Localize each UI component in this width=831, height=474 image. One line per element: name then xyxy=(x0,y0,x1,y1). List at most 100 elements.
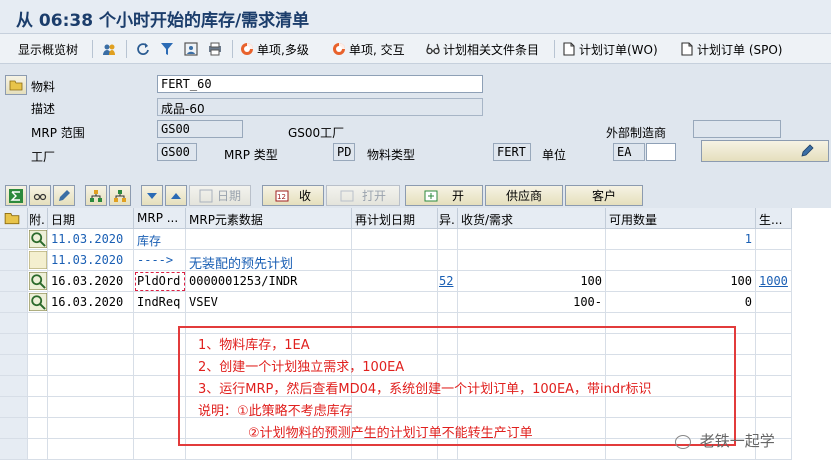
planned-order-spo-button[interactable]: 计划订单 (SPO) xyxy=(680,39,782,59)
collapse-button[interactable] xyxy=(165,185,187,206)
col-header-production[interactable]: 生... xyxy=(756,208,792,229)
sum-button[interactable] xyxy=(5,185,27,206)
col-header-available-qty[interactable]: 可用数量 xyxy=(606,208,756,229)
mrp-area-field: GS00 xyxy=(157,120,243,138)
receive-button-label: 收 xyxy=(298,189,311,203)
open-active-button-label: 开 xyxy=(451,189,464,203)
target-icon xyxy=(333,43,345,55)
col-header-mrp-element[interactable]: MRP ... xyxy=(134,208,186,229)
title-bar: 从 06:38 个小时开始的库存/需求清单 xyxy=(0,0,831,34)
edit-button[interactable] xyxy=(701,140,829,162)
filter-button[interactable] xyxy=(160,39,177,59)
table-row[interactable]: 16.03.2020 PldOrd 0000001253/INDR 52 100… xyxy=(0,271,831,292)
col-header-attachment[interactable]: 附. xyxy=(28,208,48,229)
row-available: 0 xyxy=(606,292,756,313)
row-selector[interactable] xyxy=(0,271,28,292)
row-mrp-element[interactable]: PldOrd xyxy=(134,271,186,292)
detail-cell[interactable] xyxy=(28,271,48,292)
open-button[interactable]: 打开 xyxy=(326,185,400,206)
row-production xyxy=(756,229,792,250)
row-exception xyxy=(438,250,458,271)
open-active-button[interactable]: 开 xyxy=(405,185,483,206)
col-header-reschedule-date[interactable]: 再计划日期 xyxy=(352,208,438,229)
col-header-exception[interactable]: 异. xyxy=(438,208,458,229)
row-available: 100 xyxy=(606,271,756,292)
hierarchy-down-button[interactable] xyxy=(109,185,131,206)
document-icon xyxy=(681,42,693,56)
row-selector[interactable] xyxy=(0,250,28,271)
folder-icon xyxy=(4,212,20,225)
row-exception xyxy=(438,292,458,313)
row-production xyxy=(756,292,792,313)
table-row[interactable]: 16.03.2020 IndReq VSEV 100- 0 xyxy=(0,292,831,313)
expand-button[interactable] xyxy=(141,185,163,206)
svg-text:12: 12 xyxy=(277,193,286,201)
plant-label: 工厂 xyxy=(31,150,56,164)
receive-button[interactable]: 12 收 xyxy=(262,185,324,206)
detail-cell[interactable] xyxy=(28,250,48,271)
material-folder-button[interactable] xyxy=(5,75,27,95)
row-date: 16.03.2020 xyxy=(48,271,134,292)
people-icon-button[interactable] xyxy=(102,39,119,59)
receipt-icon: 12 xyxy=(275,190,289,201)
col-header-receipt-requirement[interactable]: 收货/需求 xyxy=(458,208,606,229)
document-icon xyxy=(563,42,575,56)
annotation-box: 1、物料库存，1EA 2、创建一个计划独立需求，100EA 3、运行MRP，然后… xyxy=(178,326,736,446)
date-button[interactable]: 日期 xyxy=(189,185,251,206)
row-mrp-data xyxy=(186,229,352,250)
vendor-button[interactable]: 供应商 xyxy=(485,185,563,206)
row-available xyxy=(606,250,756,271)
sigma-icon xyxy=(9,188,23,203)
header-panel: 物料 FERT_60 描述 成品-60 MRP 范围 GS00 GS00工厂 外… xyxy=(0,64,831,178)
col-header-mrp-element-data[interactable]: MRP元素数据 xyxy=(186,208,352,229)
save-icon xyxy=(199,189,213,202)
unit-extra-field[interactable] xyxy=(646,143,676,161)
mrp-area-text: GS00工厂 xyxy=(288,126,345,140)
wechat-icon xyxy=(675,434,691,449)
planned-order-wo-button[interactable]: 计划订单(WO) xyxy=(562,39,658,59)
refresh-button[interactable] xyxy=(136,39,153,59)
overview-tree-label: 显示概览树 xyxy=(18,42,79,57)
overview-tree-button[interactable]: 显示概览树 xyxy=(18,39,78,59)
mrp-type-label: MRP 类型 xyxy=(224,148,278,162)
external-manufacturer-label: 外部制造商 xyxy=(606,126,667,140)
table-row[interactable]: 11.03.2020 库存 1 xyxy=(0,229,831,250)
row-date: 11.03.2020 xyxy=(48,250,134,271)
row-available: 1 xyxy=(606,229,756,250)
row-receipt: 100- xyxy=(458,292,606,313)
detail-cell[interactable] xyxy=(28,292,48,313)
row-mrp-element: IndReq xyxy=(134,292,186,313)
row-mrp-data: VSEV xyxy=(186,292,352,313)
customer-button[interactable]: 客户 xyxy=(565,185,643,206)
date-button-label: 日期 xyxy=(216,189,241,203)
row-production-link[interactable]: 1000 xyxy=(756,271,792,292)
user-settings-icon xyxy=(184,42,198,56)
single-item-interactive-button[interactable]: 单项, 交互 xyxy=(332,39,405,59)
edit-row-button[interactable] xyxy=(53,185,75,206)
row-selector[interactable] xyxy=(0,292,28,313)
col-header-date[interactable]: 日期 xyxy=(48,208,134,229)
single-item-multilevel-button[interactable]: 单项,多级 xyxy=(240,39,309,59)
glasses-button[interactable] xyxy=(29,185,51,206)
select-all-cell[interactable] xyxy=(0,208,28,229)
table-row[interactable]: 11.03.2020 ----> 无装配的预先计划 xyxy=(0,250,831,271)
row-mrp-data: 无装配的预先计划 xyxy=(186,250,352,271)
planning-file-entries-button[interactable]: 计划相关文件条目 xyxy=(426,39,539,59)
description-field: 成品-60 xyxy=(157,98,483,116)
row-exception xyxy=(438,229,458,250)
material-field[interactable]: FERT_60 xyxy=(157,75,483,93)
annotation-line-2: 2、创建一个计划独立需求，100EA xyxy=(198,360,405,375)
annotation-line-5: ②计划物料的预测产生的计划订单不能转生产订单 xyxy=(248,426,533,441)
detail-cell[interactable] xyxy=(28,229,48,250)
blank-icon xyxy=(28,250,47,270)
row-reschedule xyxy=(352,250,438,271)
receipt-icon xyxy=(340,190,354,201)
row-selector[interactable] xyxy=(0,229,28,250)
print-button[interactable] xyxy=(208,39,225,59)
user-settings-button[interactable] xyxy=(184,39,201,59)
vendor-button-label: 供应商 xyxy=(505,189,542,203)
single-item-interactive-label: 单项, 交互 xyxy=(349,42,405,57)
row-exception-link[interactable]: 52 xyxy=(438,271,458,292)
hierarchy-up-button[interactable] xyxy=(85,185,107,206)
row-reschedule xyxy=(352,292,438,313)
